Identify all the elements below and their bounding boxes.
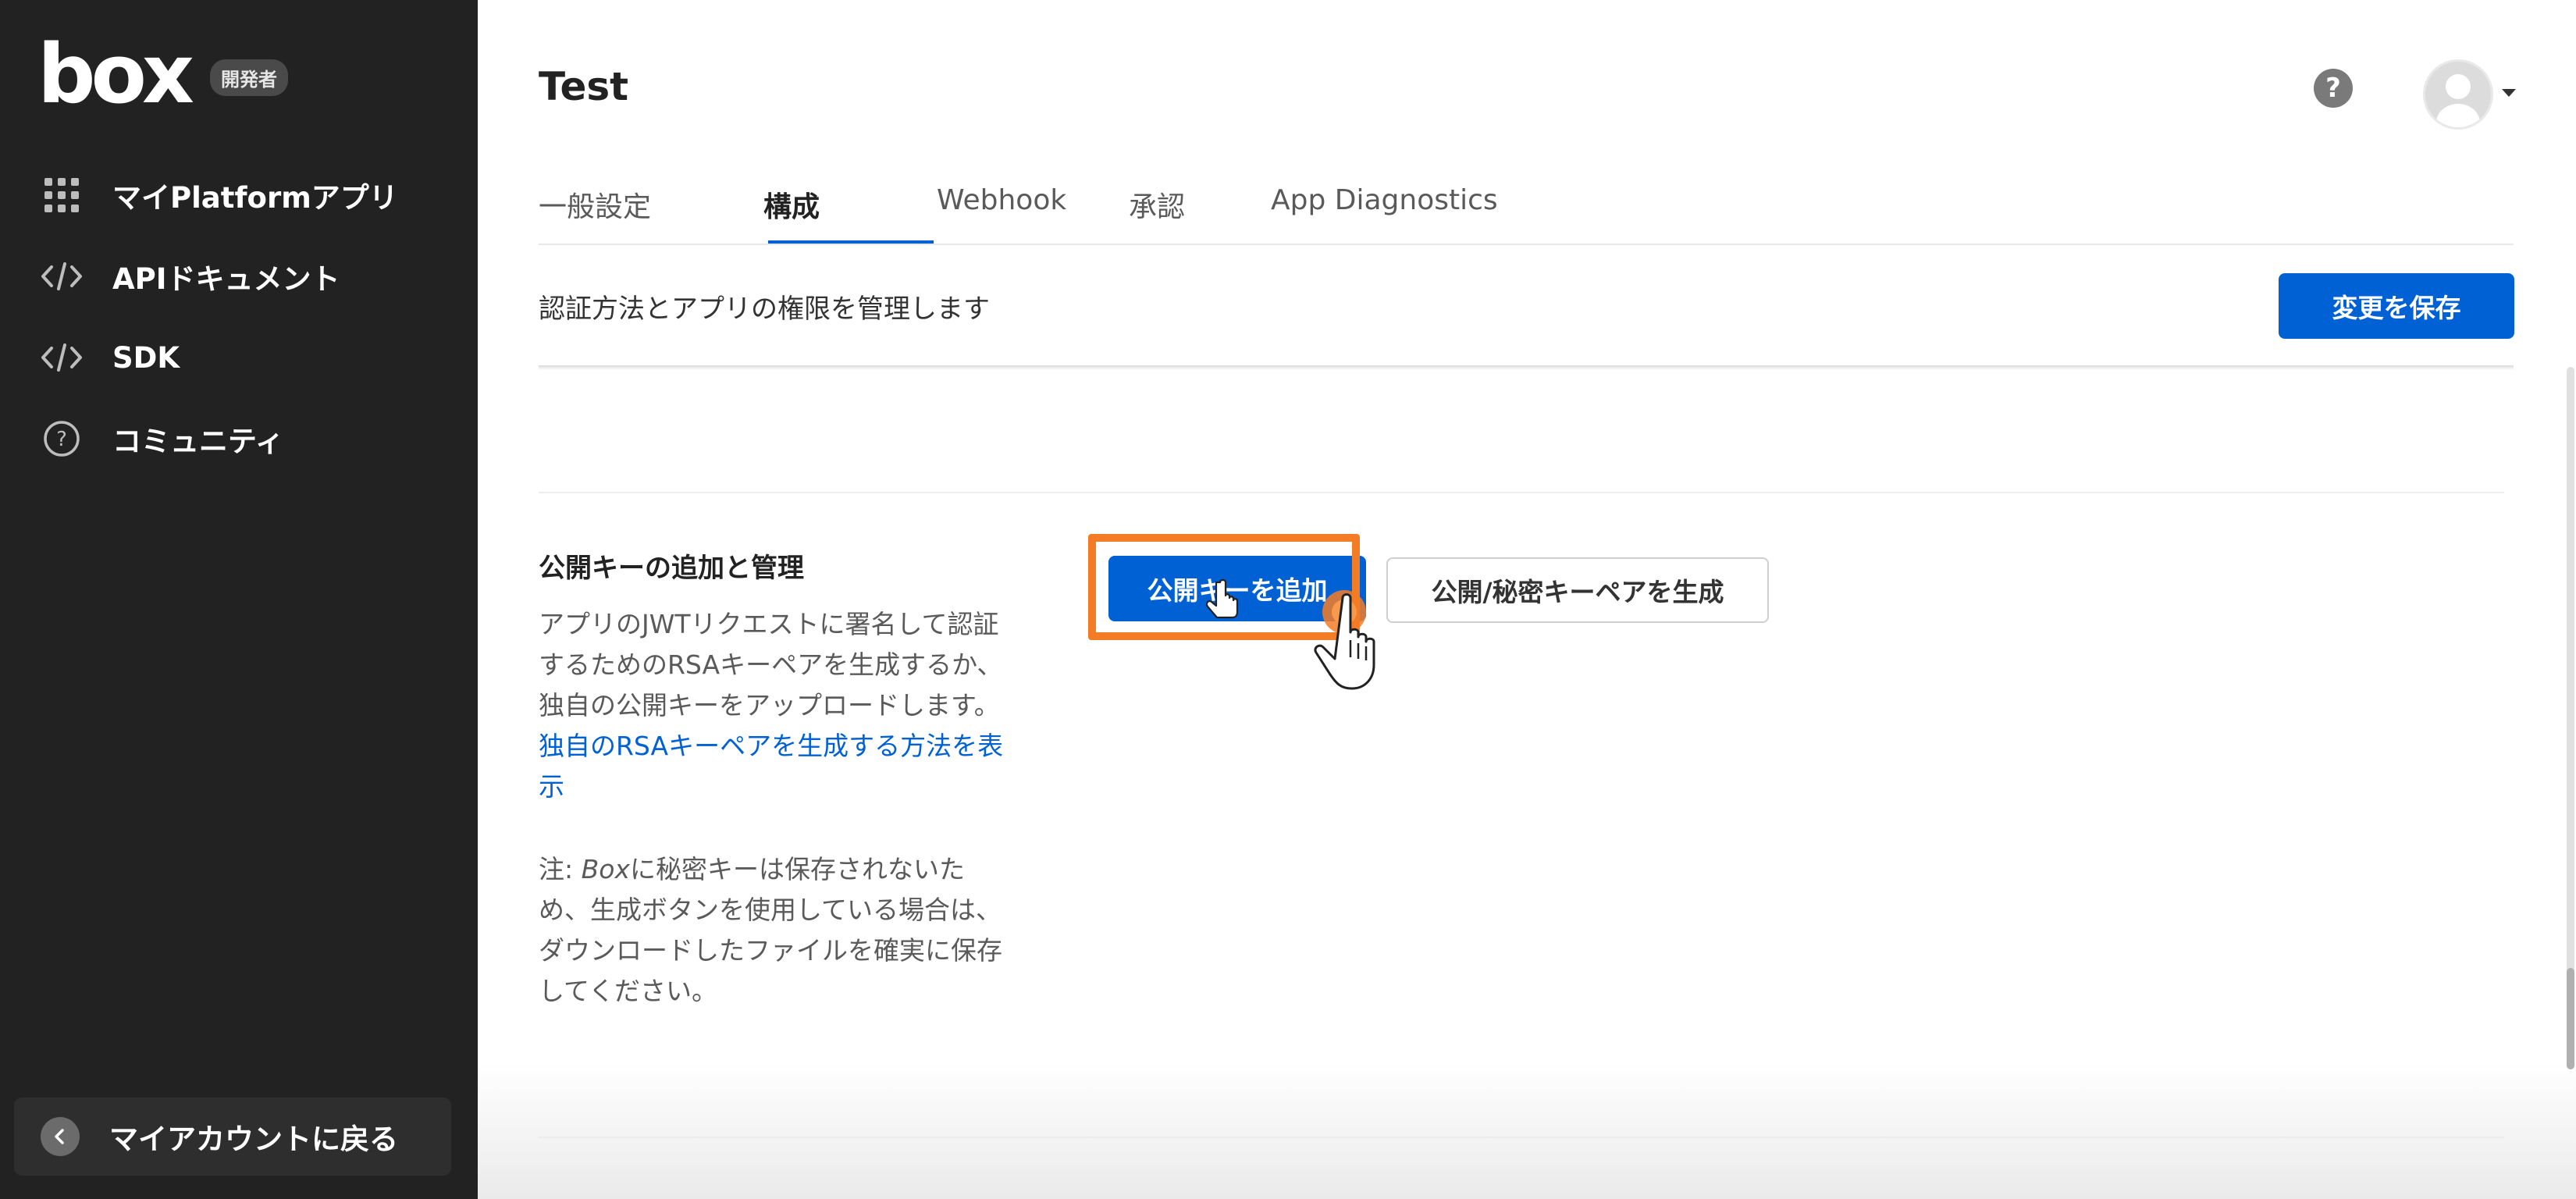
hand-cursor-icon	[1205, 578, 1375, 690]
back-to-account-label: マイアカウントに戻る	[109, 1123, 398, 1156]
grid-icon	[41, 174, 83, 216]
help-icon[interactable]: ?	[2314, 69, 2353, 108]
code-icon	[41, 255, 83, 297]
chevron-down-icon[interactable]	[2502, 89, 2516, 97]
sidebar-item-label: APIドキュメント	[112, 262, 340, 296]
back-to-account-button[interactable]: マイアカウントに戻る	[14, 1098, 451, 1176]
code-icon	[41, 336, 83, 379]
sidebar: box 開発者 マイPlatformアプリ APIドキュメント SDK ? コミ…	[0, 0, 478, 1199]
sidebar-item-my-platform-apps[interactable]: マイPlatformアプリ	[0, 155, 478, 236]
tab-configuration[interactable]: 構成	[763, 184, 820, 225]
avatar[interactable]	[2423, 59, 2493, 130]
sidebar-item-sdk[interactable]: SDK	[0, 317, 478, 398]
page-subtitle: 認証方法とアプリの権限を管理します	[539, 294, 990, 325]
sidebar-item-community[interactable]: ? コミュニティ	[0, 398, 478, 479]
help-circle-icon: ?	[41, 418, 83, 460]
section-title: 公開キーの追加と管理	[539, 553, 804, 584]
tab-general-settings[interactable]: 一般設定	[539, 184, 651, 225]
box-logo: box	[37, 27, 194, 122]
section-note: 注: Boxに秘密キーは保存されないため、生成ボタンを使用している場合は、ダウン…	[539, 849, 1007, 1012]
section-divider	[539, 492, 2504, 493]
scrollbar-track[interactable]	[2567, 367, 2574, 1069]
tab-webhook[interactable]: Webhook	[937, 184, 1066, 216]
section-description: アプリのJWTリクエストに署名して認証するためのRSAキーペアを生成するか、独自…	[539, 604, 1007, 807]
note-brand: Box	[581, 854, 630, 884]
rsa-keypair-help-link[interactable]: 独自のRSAキーペアを生成する方法を表示	[539, 731, 1003, 802]
brand[interactable]: box 開発者	[37, 34, 288, 115]
active-tab-indicator	[768, 240, 934, 244]
developer-badge: 開発者	[209, 59, 288, 96]
sidebar-item-label: コミュニティ	[112, 425, 284, 458]
description-text: アプリのJWTリクエストに署名して認証するためのRSAキーペアを生成するか、独自…	[539, 609, 1003, 720]
main-content: Test ? 一般設定 構成 Webhook 承認 App Diagnostic…	[478, 0, 2576, 1199]
sidebar-nav: マイPlatformアプリ APIドキュメント SDK ? コミュニティ	[0, 155, 478, 479]
tab-app-diagnostics[interactable]: App Diagnostics	[1271, 184, 1498, 216]
sidebar-item-label: マイPlatformアプリ	[112, 181, 398, 215]
sidebar-item-label: SDK	[112, 340, 180, 375]
scrollbar-thumb[interactable]	[2567, 968, 2574, 1069]
save-changes-button[interactable]: 変更を保存	[2279, 273, 2514, 339]
header-divider	[539, 365, 2514, 370]
click-indicator-icon	[476, 0, 632, 125]
tab-bar: 一般設定 構成 Webhook 承認 App Diagnostics	[539, 170, 2514, 245]
sidebar-item-api-docs[interactable]: APIドキュメント	[0, 236, 478, 317]
bottom-fade	[478, 1062, 2576, 1199]
note-prefix: 注:	[539, 854, 582, 884]
chevron-left-icon	[41, 1117, 80, 1156]
tab-authorization[interactable]: 承認	[1129, 184, 1185, 225]
svg-text:?: ?	[56, 428, 67, 451]
generate-keypair-button[interactable]: 公開/秘密キーペアを生成	[1386, 557, 1769, 623]
